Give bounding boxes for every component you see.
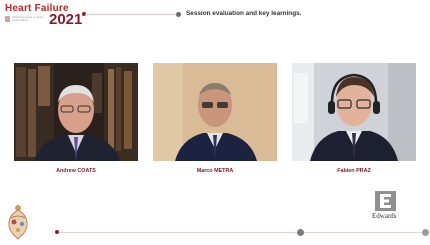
speaker-name-1: Andrew COATS: [56, 168, 96, 174]
sponsor-logo: Edwards: [372, 191, 398, 223]
speaker-video-frame: [292, 63, 416, 161]
conference-logo: Heart Failure World Congress on Acute He…: [5, 3, 91, 28]
logo-subtitle: World Congress on Acute Heart Failure: [12, 15, 44, 23]
video-tile-marco-metra[interactable]: [153, 63, 277, 161]
edwards-e-glyph: [375, 191, 396, 211]
video-progress-track[interactable]: [57, 232, 429, 233]
session-title: Session evaluation and key learnings.: [186, 10, 302, 17]
progress-start-dot: [55, 230, 59, 234]
sponsor-name: Edwards: [372, 212, 397, 220]
speaker-video-frame: [153, 63, 277, 161]
video-tile-fabien-praz[interactable]: [292, 63, 416, 161]
speaker-name-3: Fabien PRAZ: [337, 168, 371, 174]
logo-year: 2021: [49, 11, 83, 28]
decorative-heart-ornament: [3, 200, 33, 240]
video-tile-andrew-coats[interactable]: [14, 63, 138, 161]
header-divider: [85, 14, 176, 15]
session-marker-dot: [176, 12, 181, 17]
logo-heart-icon: [5, 16, 10, 22]
ornament-icon: [8, 205, 28, 240]
speaker-name-2: Marco METRA: [196, 168, 234, 174]
speaker-video-frame: [14, 63, 138, 161]
progress-handle[interactable]: [297, 229, 304, 236]
progress-end-dot: [422, 229, 429, 236]
edwards-e-icon: [375, 191, 396, 211]
